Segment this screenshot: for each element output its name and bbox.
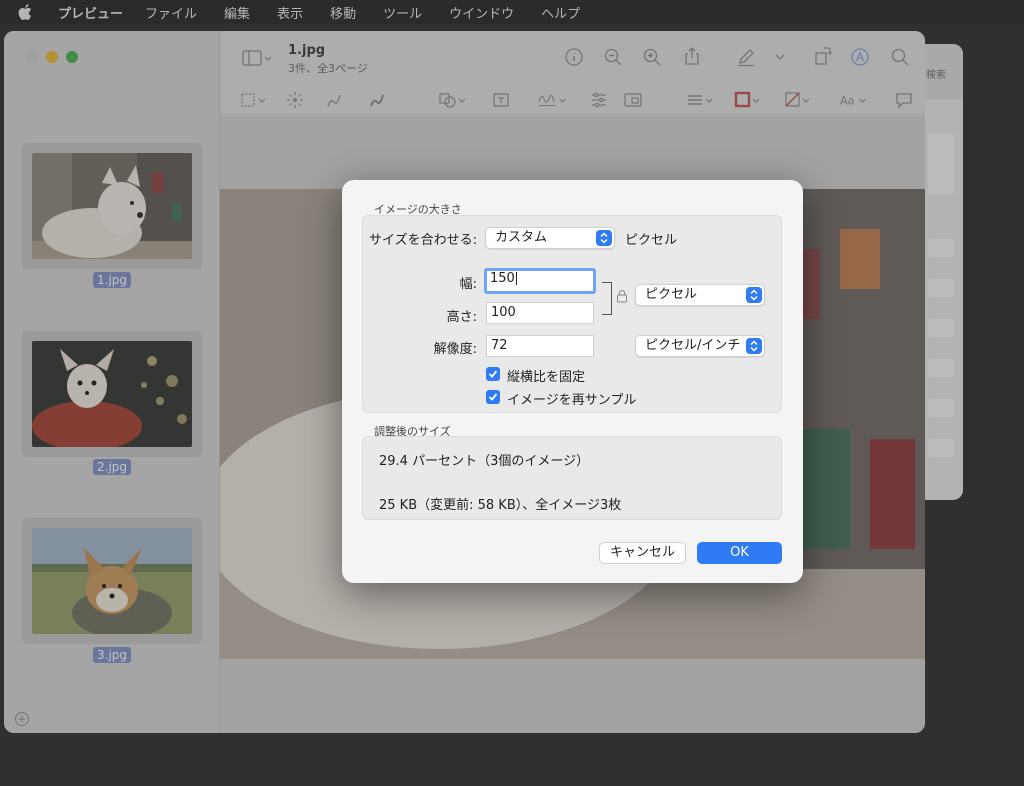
- popup-stepper-icon: [746, 287, 762, 303]
- height-value: 100: [491, 305, 516, 320]
- scale-proportionally-checkbox[interactable]: [486, 367, 500, 381]
- resolution-unit-value: ピクセル/インチ: [645, 338, 741, 353]
- height-label: 高さ:: [446, 310, 477, 325]
- resolution-unit-popup[interactable]: ピクセル/インチ: [635, 335, 765, 357]
- resample-label[interactable]: イメージを再サンプル: [507, 389, 636, 408]
- fit-into-value: カスタム: [495, 230, 548, 245]
- resolution-value: 72: [491, 338, 508, 353]
- lock-icon[interactable]: [616, 288, 628, 303]
- fit-into-label: サイズを合わせる:: [369, 233, 477, 248]
- width-field[interactable]: 150: [484, 268, 596, 294]
- resample-checkbox[interactable]: [486, 390, 500, 404]
- proportion-bracket: [602, 282, 612, 315]
- resolution-field[interactable]: 72: [486, 335, 594, 357]
- width-label: 幅:: [459, 277, 477, 292]
- size-unit-value: ピクセル: [645, 287, 698, 302]
- resolution-label: 解像度:: [433, 342, 477, 357]
- adjust-size-dialog: イメージの大きさ サイズを合わせる: カスタム ピクセル 幅: 150 高さ: …: [342, 180, 803, 583]
- width-value: 150: [490, 271, 515, 286]
- resulting-file-size: 25 KB（変更前: 58 KB）、全イメージ3枚: [379, 498, 622, 513]
- fit-into-popup[interactable]: カスタム: [485, 227, 615, 249]
- fit-into-unit: ピクセル: [625, 233, 678, 248]
- scale-proportionally-label[interactable]: 縦横比を固定: [507, 366, 585, 385]
- cancel-button[interactable]: キャンセル: [599, 542, 686, 564]
- resulting-percent: 29.4 パーセント（3個のイメージ）: [379, 454, 590, 469]
- height-field[interactable]: 100: [486, 302, 594, 324]
- size-unit-popup[interactable]: ピクセル: [635, 284, 765, 306]
- popup-stepper-icon: [596, 230, 612, 246]
- ok-button[interactable]: OK: [697, 542, 782, 564]
- popup-stepper-icon: [746, 338, 762, 354]
